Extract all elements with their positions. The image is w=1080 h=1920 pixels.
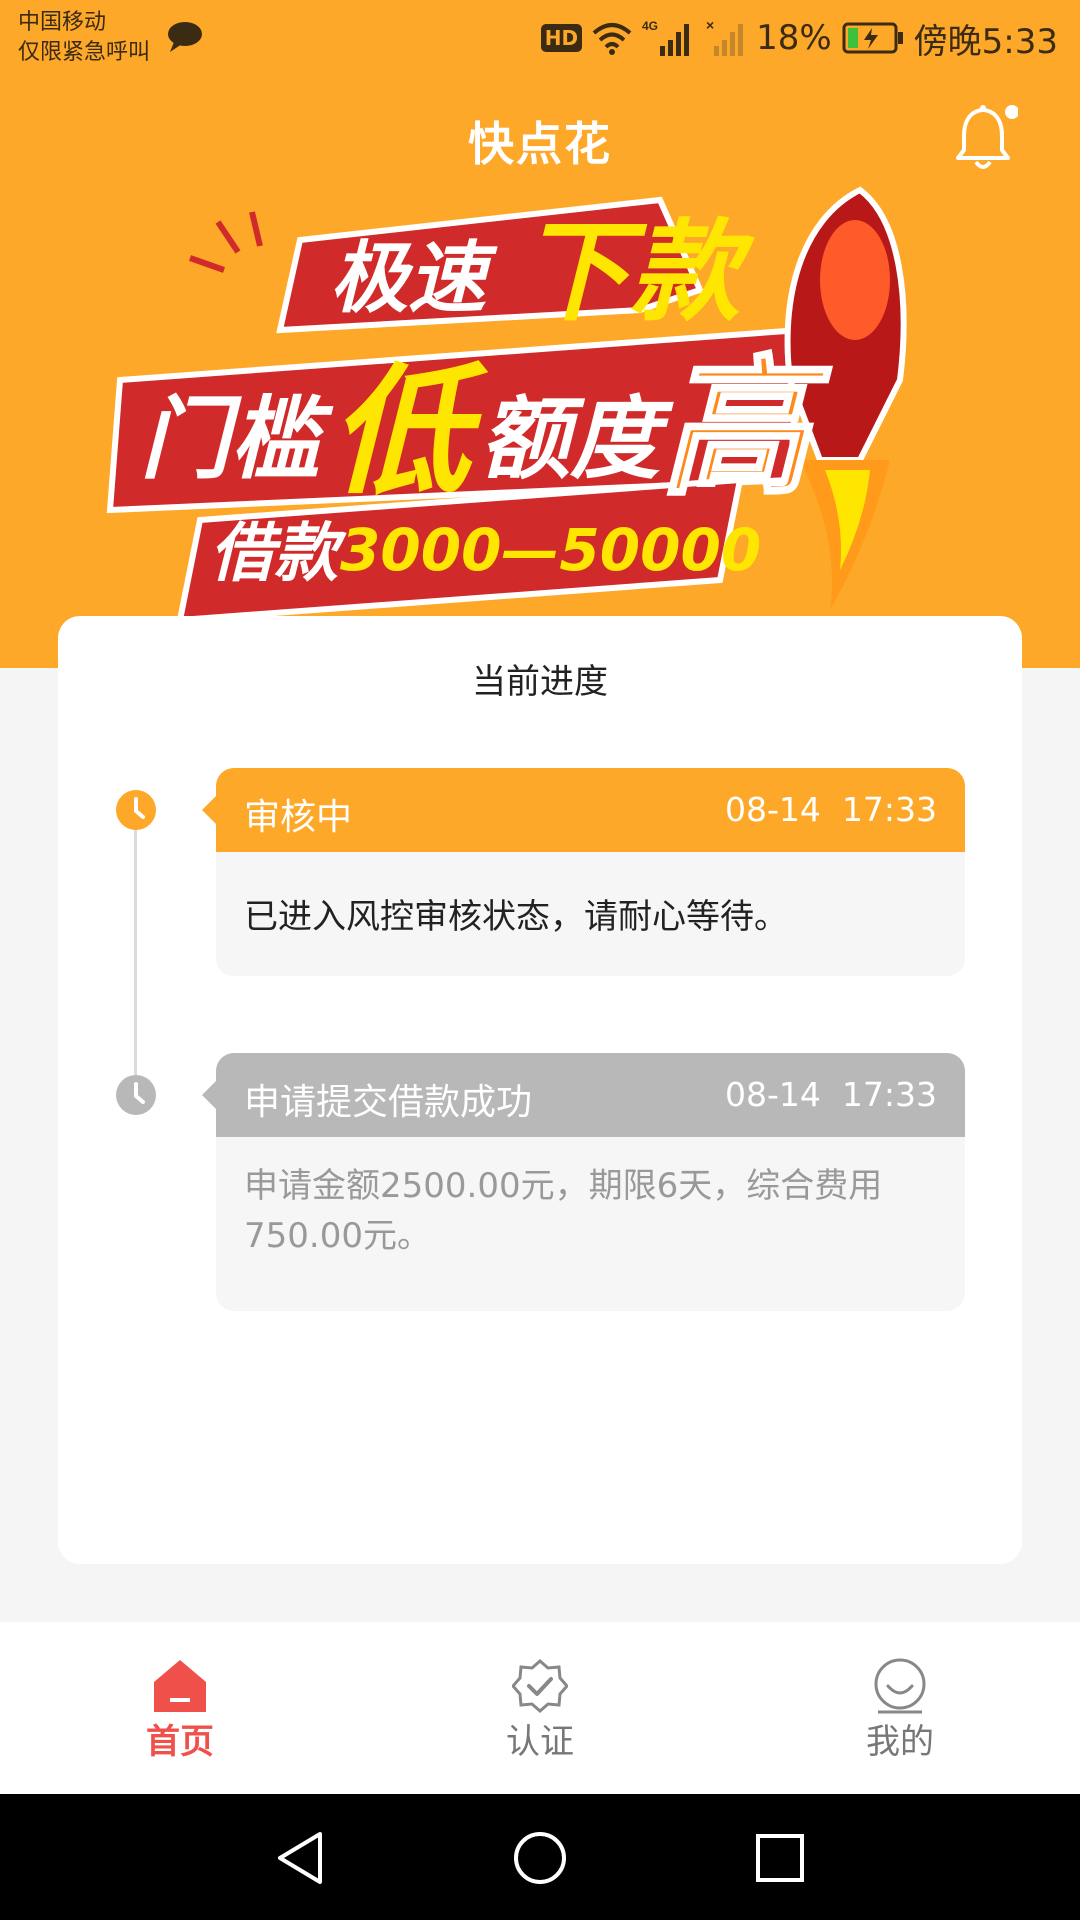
back-icon[interactable]	[272, 1830, 332, 1886]
timeline-entry: 审核中 08-14 17:33 已进入风控审核状态，请耐心等待。	[202, 768, 965, 976]
carrier-info: 中国移动 仅限紧急呼叫	[18, 8, 150, 68]
banner-text-speed: 极速	[330, 234, 498, 324]
carrier-name: 中国移动	[18, 10, 107, 35]
wifi-icon	[592, 23, 632, 55]
nav-item-home[interactable]: 首页	[80, 1622, 280, 1794]
nav-item-profile[interactable]: 我的	[800, 1622, 1000, 1794]
timeline-dot-active	[115, 789, 157, 831]
message-icon	[168, 22, 202, 52]
banner-text-limit: 额度	[480, 387, 674, 492]
nav-label-profile: 我的	[866, 1722, 934, 1762]
banner-text-threshold: 门槛	[140, 387, 334, 492]
svg-text:×: ×	[706, 18, 714, 33]
clock-icon	[116, 1075, 156, 1115]
signal-4g-icon: 4G	[642, 19, 690, 56]
hd-badge: HD	[540, 24, 583, 52]
carrier-status: 仅限紧急呼叫	[18, 40, 151, 65]
verify-icon	[512, 1659, 568, 1713]
nav-label-home: 首页	[146, 1722, 214, 1762]
entry-message: 已进入风控审核状态，请耐心等待。	[216, 852, 965, 976]
progress-title: 当前进度	[472, 662, 608, 702]
banner-text-download: 下款	[520, 208, 755, 336]
promo-banner[interactable]: 极速 下款 门槛 低 额度 高 借款 3000—50000	[100, 180, 980, 620]
entry-header: 申请提交借款成功 08-14 17:33	[202, 1053, 965, 1137]
entry-status: 申请提交借款成功	[244, 1082, 533, 1123]
nav-item-verify[interactable]: 认证	[440, 1622, 640, 1794]
entry-header: 审核中 08-14 17:33	[202, 768, 965, 852]
battery-percent: 18%	[756, 18, 832, 58]
recents-icon[interactable]	[752, 1830, 808, 1886]
banner-text-low: 低	[330, 351, 489, 514]
clock: 傍晚5:33	[913, 21, 1058, 62]
timeline-dot-done	[115, 1074, 157, 1116]
signal-no-sim-icon: ×	[706, 18, 744, 56]
entry-time: 08-14 17:33	[725, 790, 937, 829]
app-title: 快点花	[468, 117, 612, 171]
notification-bell-icon[interactable]	[952, 100, 1018, 176]
entry-status: 审核中	[244, 797, 353, 838]
banner-text-amount: 3000—50000	[340, 516, 761, 584]
battery-charging-icon	[842, 22, 903, 54]
home-icon	[154, 1660, 206, 1712]
nav-label-verify: 认证	[506, 1722, 574, 1762]
timeline-entry: 申请提交借款成功 08-14 17:33 申请金额2500.00元，期限6天，综…	[202, 1053, 965, 1311]
banner-text-high: 高	[660, 342, 832, 516]
entry-time: 08-14 17:33	[725, 1075, 937, 1114]
entry-message: 申请金额2500.00元，期限6天，综合费用750.00元。	[216, 1137, 965, 1311]
home-button-icon[interactable]	[512, 1830, 568, 1886]
bottom-nav: 首页 认证 我的	[0, 1622, 1080, 1794]
clock-icon	[116, 790, 156, 830]
status-bar: 中国移动 仅限紧急呼叫 HD 4G × 18% 傍晚5:33	[0, 0, 1080, 76]
system-nav-bar	[0, 1794, 1080, 1920]
svg-text:4G: 4G	[642, 19, 658, 33]
timeline-line	[134, 820, 137, 1096]
banner-text-loan: 借款	[210, 517, 347, 591]
profile-icon	[874, 1658, 926, 1714]
